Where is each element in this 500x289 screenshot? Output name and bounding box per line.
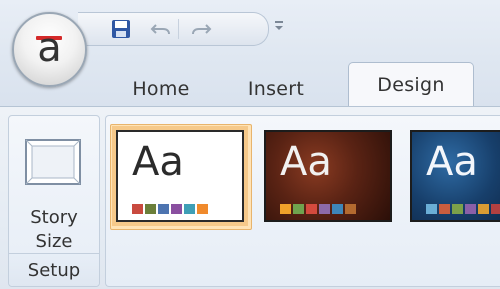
theme-color-swatches — [426, 204, 500, 214]
swatch — [197, 204, 208, 214]
theme-sample-text: Aa — [426, 139, 478, 185]
quick-access-toolbar — [78, 12, 269, 46]
story-size-icon[interactable] — [24, 138, 82, 186]
app-menu-button[interactable]: a — [12, 12, 87, 87]
ribbon-panel: Story Size Setup Aa Aa Aa — [0, 106, 500, 289]
tab-insert[interactable]: Insert — [230, 72, 322, 106]
theme-thumbnail-2[interactable]: Aa — [264, 130, 392, 222]
swatch — [452, 204, 463, 214]
qat-separator — [178, 19, 179, 39]
swatch — [478, 204, 489, 214]
swatch — [491, 204, 500, 214]
theme-color-swatches — [280, 204, 358, 214]
swatch — [158, 204, 169, 214]
undo-icon[interactable] — [150, 19, 172, 39]
tab-design[interactable]: Design — [348, 62, 474, 107]
theme-sample-text: Aa — [132, 139, 184, 185]
swatch — [465, 204, 476, 214]
story-size-label-line1: Story — [30, 207, 78, 228]
theme-color-swatches — [132, 204, 210, 214]
app-window: a Home Insert Design Story Size Setup Aa… — [0, 0, 500, 289]
swatch — [319, 204, 330, 214]
swatch — [280, 204, 291, 214]
swatch — [426, 204, 437, 214]
save-icon[interactable] — [110, 19, 132, 39]
setup-group: Story Size Setup — [8, 115, 100, 287]
swatch — [345, 204, 356, 214]
theme-sample-text: Aa — [280, 139, 332, 185]
swatch — [184, 204, 195, 214]
swatch — [306, 204, 317, 214]
story-size-button[interactable]: Story Size — [9, 206, 99, 254]
swatch — [439, 204, 450, 214]
theme-thumbnail-3[interactable]: Aa — [410, 130, 500, 222]
swatch — [132, 204, 143, 214]
app-logo: a — [37, 24, 62, 71]
swatch — [145, 204, 156, 214]
theme-thumbnail-1[interactable]: Aa — [112, 126, 248, 226]
story-size-label-line2: Size — [35, 231, 73, 252]
setup-group-label: Setup — [9, 253, 99, 286]
swatch — [293, 204, 304, 214]
swatch — [332, 204, 343, 214]
redo-icon[interactable] — [190, 19, 212, 39]
swatch — [171, 204, 182, 214]
themes-gallery: Aa Aa Aa — [105, 115, 500, 287]
customize-icon[interactable] — [272, 18, 286, 32]
tab-home[interactable]: Home — [120, 72, 202, 106]
